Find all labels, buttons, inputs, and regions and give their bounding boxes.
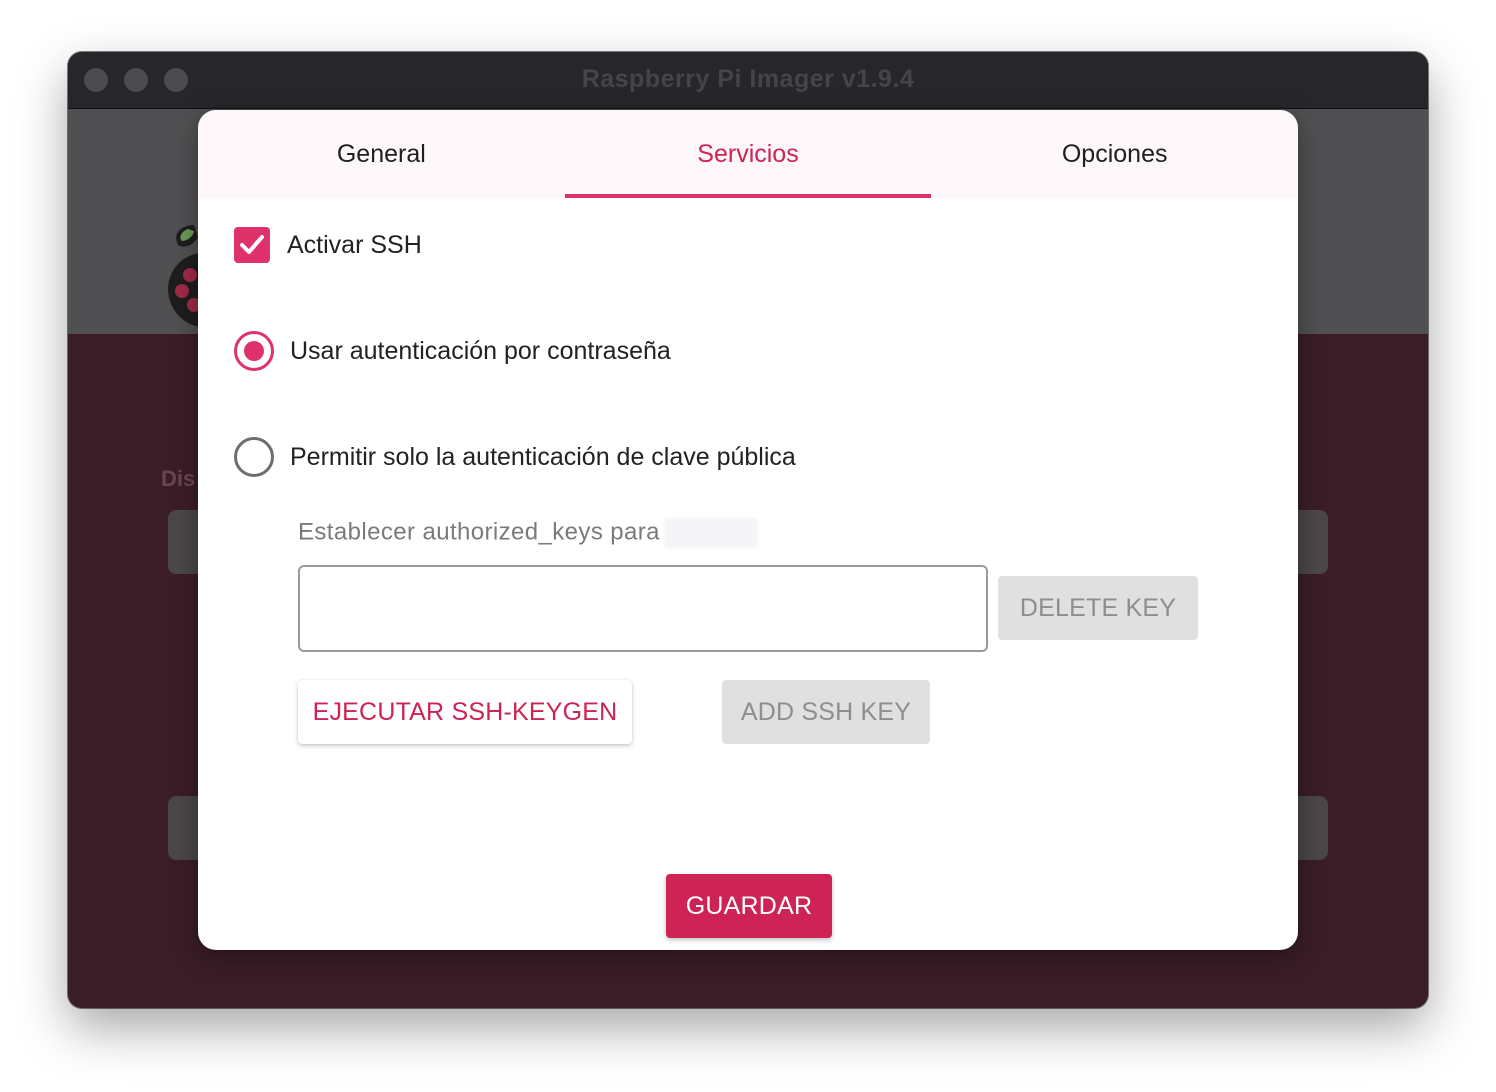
password-auth-row[interactable]: Usar autenticación por contraseña — [234, 331, 671, 371]
redacted-username — [663, 518, 758, 548]
run-ssh-keygen-button[interactable]: EJECUTAR SSH-KEYGEN — [298, 680, 632, 744]
title-bar: Raspberry Pi Imager v1.9.4 — [68, 52, 1428, 109]
window-title: Raspberry Pi Imager v1.9.4 — [581, 65, 915, 93]
password-auth-radio[interactable] — [234, 331, 274, 371]
pubkey-only-row[interactable]: Permitir solo la autenticación de clave … — [234, 437, 796, 477]
enable-ssh-row[interactable]: Activar SSH — [234, 227, 422, 263]
delete-key-button[interactable]: DELETE KEY — [998, 576, 1198, 640]
background-section-label: Dis — [161, 466, 196, 491]
radio-selected-dot — [244, 341, 264, 361]
tab-bar: General Servicios Opciones — [198, 110, 1298, 198]
password-auth-label: Usar autenticación por contraseña — [290, 336, 671, 365]
tab-opciones[interactable]: Opciones — [931, 110, 1298, 198]
authorized-key-input[interactable] — [298, 565, 988, 652]
enable-ssh-label: Activar SSH — [287, 230, 422, 259]
save-button[interactable]: GUARDAR — [666, 874, 832, 938]
authorized-keys-label-text: Establecer authorized_keys para — [298, 518, 660, 546]
add-ssh-key-button[interactable]: ADD SSH KEY — [722, 680, 930, 744]
pubkey-only-label: Permitir solo la autenticación de clave … — [290, 442, 796, 471]
customization-dialog: General Servicios Opciones Activar SSH U… — [198, 110, 1298, 950]
tab-general[interactable]: General — [198, 110, 565, 198]
check-icon — [240, 235, 264, 254]
pubkey-only-radio[interactable] — [234, 437, 274, 477]
enable-ssh-checkbox[interactable] — [234, 227, 270, 263]
tab-servicios[interactable]: Servicios — [564, 110, 932, 198]
authorized-keys-label: Establecer authorized_keys para — [298, 518, 758, 548]
